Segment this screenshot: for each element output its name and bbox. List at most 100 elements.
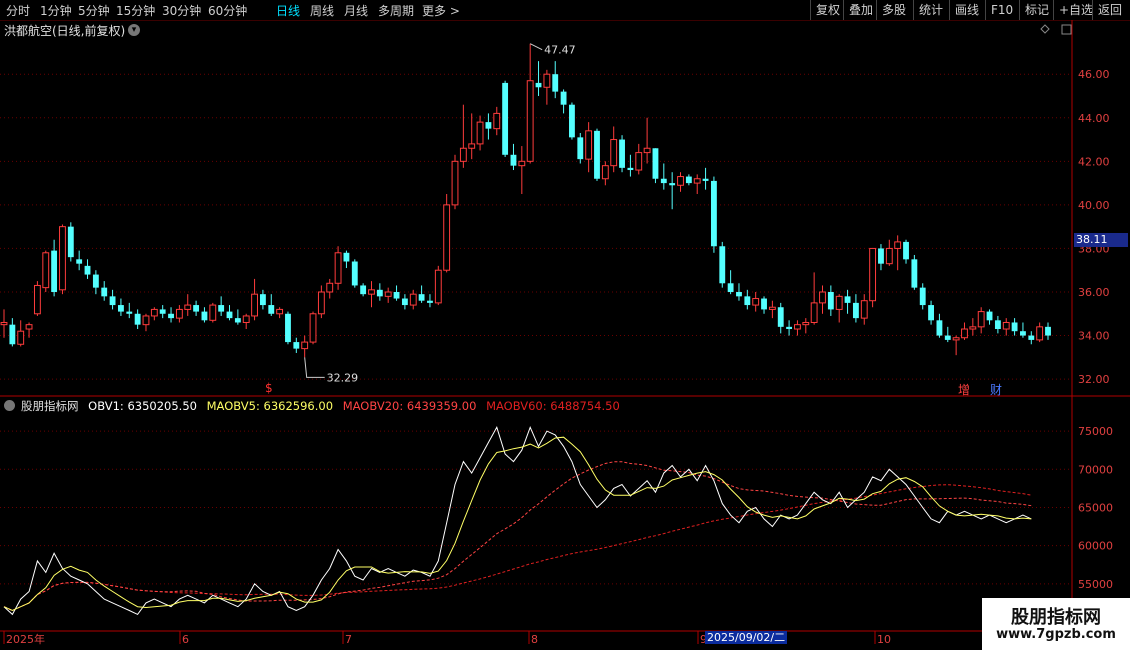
candle-body <box>301 341 309 350</box>
obv1-value: OBV1: 6350205.50 <box>88 399 197 413</box>
toolbar-button-6[interactable]: 标记 <box>1019 0 1053 20</box>
maobv20-value: MAOBV20: 6439359.00 <box>342 399 477 413</box>
indicator-settings-icon[interactable] <box>4 400 15 411</box>
candle-body <box>601 165 609 180</box>
candle-body <box>685 176 692 184</box>
candle-body <box>434 269 442 304</box>
candle-body <box>677 176 684 186</box>
candle-body <box>443 204 451 271</box>
period-tab-0[interactable]: 分时 <box>6 2 30 19</box>
candle-body <box>835 295 843 310</box>
candle-body <box>126 311 133 314</box>
candle-body <box>142 315 150 326</box>
candle-body <box>794 324 801 330</box>
toolbar-button-1[interactable]: 叠加 <box>843 0 876 20</box>
date-tick-label: 10 <box>877 633 891 646</box>
candle-body <box>293 342 300 349</box>
toolbar: 分时 1分钟 5分钟 15分钟 30分钟 60分钟 日线 周线 月线 多周期 更多 > 复权 叠加 多股统… <box>0 0 1130 21</box>
candle-body <box>159 309 166 314</box>
candle-body <box>878 248 884 264</box>
candle-body <box>201 311 208 321</box>
candle-body <box>752 298 760 306</box>
candle-body <box>961 328 968 339</box>
candle-body <box>276 308 284 315</box>
period-tab-8[interactable]: 月线 <box>344 2 368 19</box>
candle-body <box>693 178 701 184</box>
maobv5-value: MAOBV5: 6362596.00 <box>206 399 334 413</box>
indicator-name[interactable]: 股朋指标网 <box>21 399 79 413</box>
toolbar-button-8[interactable]: 返回 <box>1092 0 1130 20</box>
period-tab-1[interactable]: 1分钟 <box>40 2 72 19</box>
candle-body <box>334 252 342 284</box>
period-tab-4[interactable]: 30分钟 <box>162 2 201 19</box>
candle-body <box>894 241 902 249</box>
candle-body <box>802 321 810 326</box>
price-tick-label: 40.00 <box>1078 199 1110 212</box>
candle-body <box>1045 326 1051 336</box>
period-tab-3[interactable]: 15分钟 <box>116 2 155 19</box>
period-tab-10[interactable]: 更多 > <box>422 2 460 19</box>
candle-body <box>59 226 66 291</box>
candle-body <box>827 291 834 310</box>
candle-body <box>17 330 25 345</box>
candle-body <box>326 282 334 293</box>
candle-body <box>92 274 99 288</box>
candle-body <box>317 291 325 315</box>
candle-body <box>384 291 392 297</box>
candle-body <box>969 326 977 330</box>
period-tab-9[interactable]: 多周期 <box>378 2 414 19</box>
selected-date: 2025/09/02/二 <box>705 631 788 644</box>
candle-body <box>627 167 634 171</box>
candle-body <box>502 82 509 155</box>
obv-tick-label: 60000 <box>1078 540 1113 553</box>
candle-body <box>560 91 567 105</box>
current-price-tag: 38.11 <box>1074 233 1128 247</box>
candle-body <box>977 311 985 328</box>
obv-tick-label: 75000 <box>1078 425 1113 438</box>
obv-tick-label: 65000 <box>1078 501 1113 514</box>
candle-body <box>351 261 358 286</box>
candle-body <box>936 320 943 336</box>
obv-tick-label: 70000 <box>1078 463 1113 476</box>
candle-body <box>736 291 742 297</box>
watermark: 股朋指标网 www.7gpzb.com <box>982 598 1130 650</box>
candle-body <box>860 300 868 319</box>
candle-body <box>777 307 784 327</box>
candle-body <box>660 178 667 184</box>
candle-body <box>234 318 241 323</box>
candle-body <box>577 137 584 160</box>
candle-body <box>376 289 383 297</box>
candle-body <box>184 304 192 310</box>
candle-body <box>535 82 542 88</box>
candle-body <box>569 104 575 138</box>
toolbar-button-0[interactable]: 复权 <box>810 0 843 20</box>
toolbar-button-2[interactable]: 多股 <box>876 0 913 20</box>
candle-body <box>744 296 751 306</box>
candle-body <box>101 287 108 297</box>
finance-marker[interactable]: 财 <box>990 381 1002 398</box>
candle-body <box>468 143 476 149</box>
toolbar-button-4[interactable]: 画线 <box>949 0 985 20</box>
period-tab-5[interactable]: 60分钟 <box>208 2 247 19</box>
dollar-marker[interactable]: $ <box>265 381 273 395</box>
candle-body <box>209 304 217 321</box>
kline-chart[interactable]: 46.0044.0042.0040.0038.0036.0034.0032.00… <box>0 20 1130 650</box>
maobv60-value: MAOBV60: 6488754.50 <box>486 399 620 413</box>
candle-body <box>819 291 826 304</box>
candle-body <box>944 335 951 340</box>
toolbar-button-3[interactable]: 统计 <box>913 0 949 20</box>
period-tab-7[interactable]: 周线 <box>310 2 334 19</box>
maobv60-line <box>3 484 1032 612</box>
candle-body <box>459 147 467 162</box>
candle-body <box>343 252 350 262</box>
increase-marker[interactable]: 增 <box>958 381 970 398</box>
candle-body <box>67 226 74 258</box>
candle-body <box>594 130 600 179</box>
toolbar-button-7[interactable]: +自选 <box>1053 0 1093 20</box>
candle-body <box>911 259 918 288</box>
candle-body <box>727 283 734 292</box>
period-tab-6[interactable]: 日线 <box>276 2 300 19</box>
period-tab-2[interactable]: 5分钟 <box>78 2 110 19</box>
toolbar-button-5[interactable]: F10 <box>985 0 1019 20</box>
candle-body <box>218 305 225 312</box>
